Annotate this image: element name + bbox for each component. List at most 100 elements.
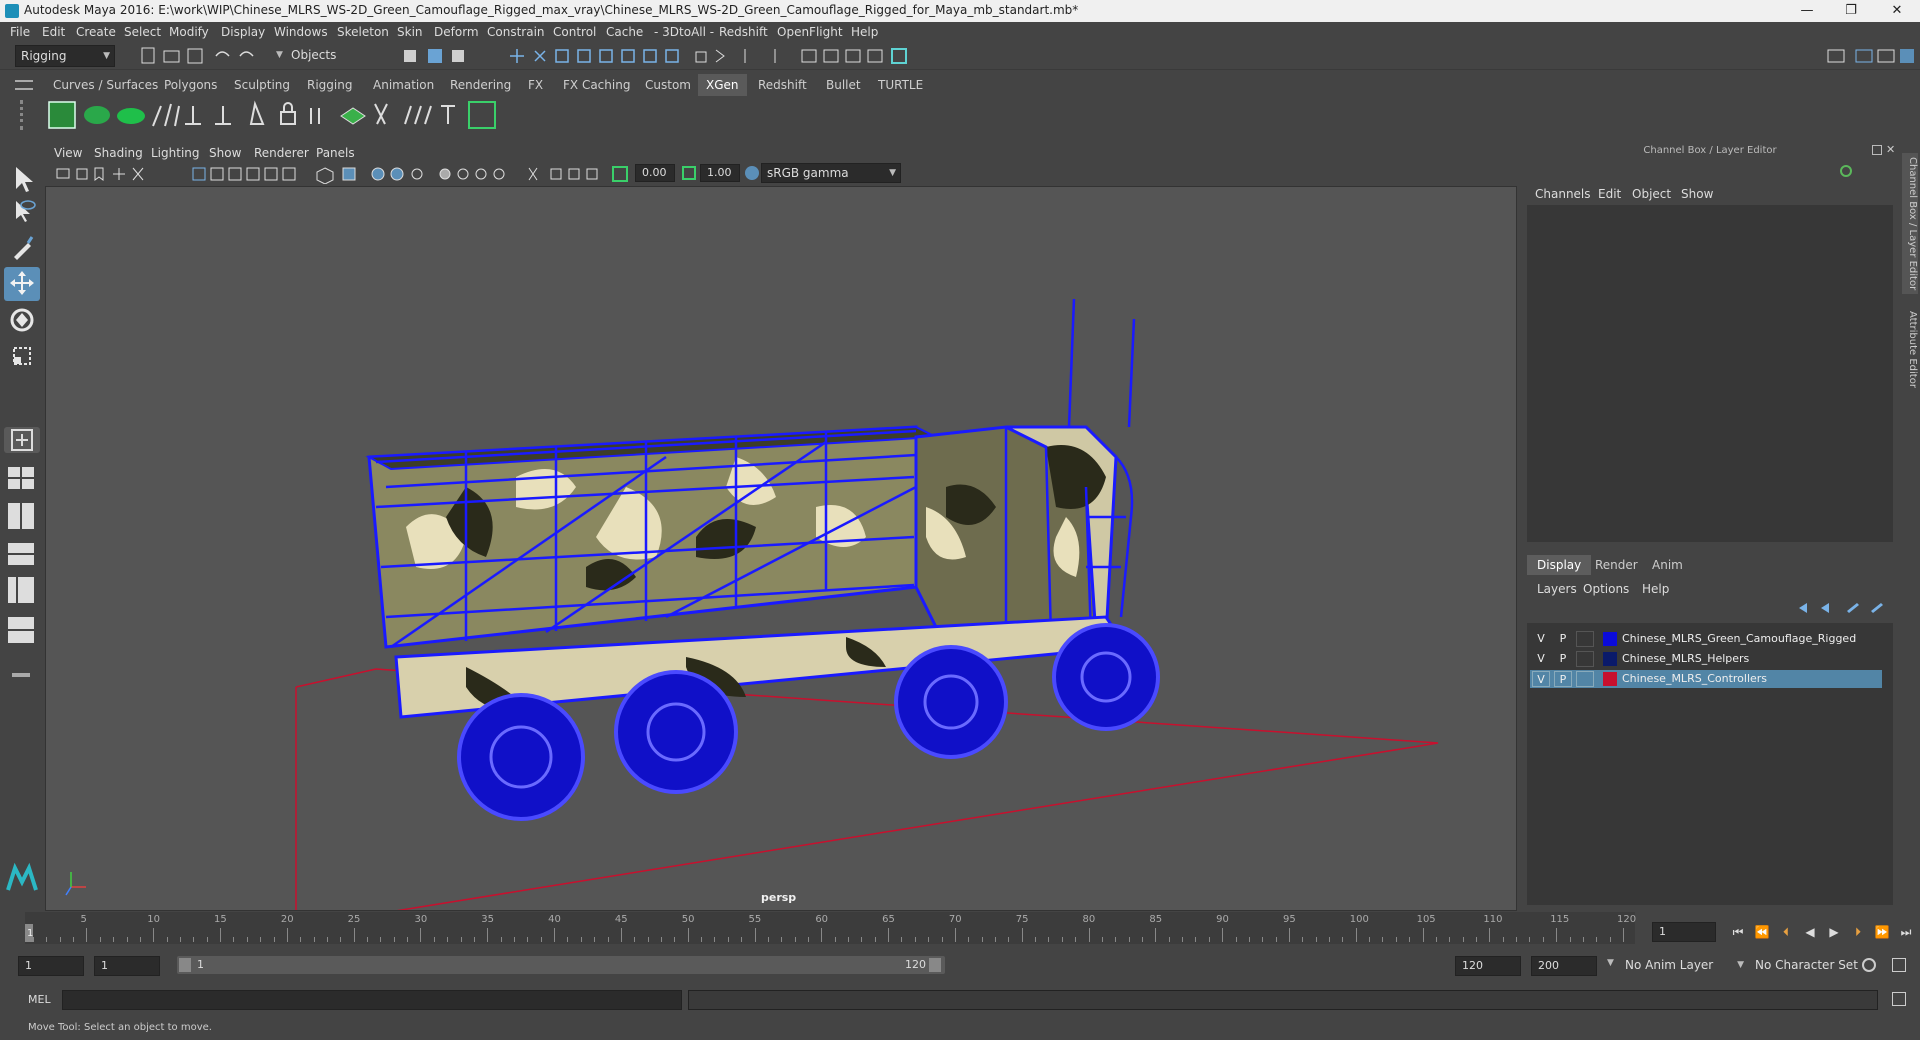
step-back-key-icon[interactable]: ⏴ xyxy=(1776,922,1796,942)
close-panel-icon[interactable]: ✕ xyxy=(1886,143,1895,156)
side-tab-attribute-editor[interactable]: Attribute Editor xyxy=(1902,311,1918,388)
layer-visibility-toggle[interactable]: V xyxy=(1532,671,1550,687)
layer-visibility-toggle[interactable]: V xyxy=(1532,631,1550,647)
layer-row[interactable]: V P Chinese_MLRS_Helpers xyxy=(1530,650,1882,668)
menu-control[interactable]: Control xyxy=(553,25,596,39)
layer-name[interactable]: Chinese_MLRS_Green_Camouflage_Rigged xyxy=(1622,632,1856,645)
layer-display-type[interactable] xyxy=(1576,651,1594,667)
range-start-handle[interactable] xyxy=(179,958,191,972)
play-forwards-icon[interactable]: ▶ xyxy=(1824,922,1844,942)
step-back-frame-icon[interactable]: ⏪ xyxy=(1752,922,1772,942)
menu-skeleton[interactable]: Skeleton xyxy=(337,25,389,39)
layer-menu-options[interactable]: Options xyxy=(1583,582,1629,596)
color-management-icon[interactable] xyxy=(745,166,759,180)
menu-display[interactable]: Display xyxy=(221,25,265,39)
xgen-shelf-icons[interactable] xyxy=(45,98,525,134)
layer-color-swatch[interactable] xyxy=(1603,632,1617,646)
menu-help[interactable]: Help xyxy=(851,25,878,39)
layer-tab-anim[interactable]: Anim xyxy=(1642,555,1693,575)
channel-box-icon[interactable] xyxy=(1840,165,1852,177)
layer-tab-display[interactable]: Display xyxy=(1527,555,1592,575)
shelf-tab-polygons[interactable]: Polygons xyxy=(156,74,225,96)
shelf-tab-animation[interactable]: Animation xyxy=(365,74,442,96)
step-forward-key-icon[interactable]: ⏵ xyxy=(1848,922,1868,942)
workspace-icons[interactable] xyxy=(1826,46,1916,66)
channel-box-area[interactable] xyxy=(1527,205,1893,542)
character-set-dropdown[interactable]: No Character Set xyxy=(1750,955,1870,977)
shelf-tab-turtle[interactable]: TURTLE xyxy=(870,74,931,96)
layer-tab-render[interactable]: Render xyxy=(1585,555,1648,575)
layer-name[interactable]: Chinese_MLRS_Helpers xyxy=(1622,652,1749,665)
auto-key-icon[interactable] xyxy=(1862,958,1876,972)
status-icons[interactable] xyxy=(400,46,950,66)
menu-skin[interactable]: Skin xyxy=(397,25,423,39)
viewport-menu-lighting[interactable]: Lighting xyxy=(151,146,200,160)
layout-buttons[interactable] xyxy=(4,463,40,803)
channel-menu-channels[interactable]: Channels xyxy=(1535,187,1591,201)
colorspace-dropdown[interactable]: sRGB gamma ▼ xyxy=(761,163,901,183)
current-frame-field[interactable]: 1 xyxy=(1652,922,1716,942)
select-tool[interactable] xyxy=(4,161,40,195)
shelf-tab-rigging[interactable]: Rigging xyxy=(299,74,360,96)
menu-constrain[interactable]: Constrain xyxy=(487,25,545,39)
command-language-label[interactable]: MEL xyxy=(28,993,51,1006)
shelf-tab-custom[interactable]: Custom xyxy=(637,74,699,96)
menu-redshift[interactable]: Redshift xyxy=(719,25,768,39)
menu-windows[interactable]: Windows xyxy=(274,25,328,39)
layer-row[interactable]: V P Chinese_MLRS_Green_Camouflage_Rigged xyxy=(1530,630,1882,648)
viewport-menu-renderer[interactable]: Renderer xyxy=(254,146,309,160)
shelf-tab-curves-surfaces[interactable]: Curves / Surfaces xyxy=(45,74,166,96)
chevron-down-icon[interactable]: ▼ xyxy=(1607,958,1614,968)
playback-end-field[interactable]: 120 xyxy=(1455,956,1521,976)
gamma-field[interactable]: 1.00 xyxy=(700,164,740,182)
layer-menu-help[interactable]: Help xyxy=(1642,582,1669,596)
selection-mode-dropdown[interactable]: ▼ Objects xyxy=(276,45,376,67)
go-to-end-icon[interactable]: ⏭ xyxy=(1896,922,1916,942)
menuset-dropdown[interactable]: Rigging ▼ xyxy=(15,45,115,67)
last-tool-button[interactable] xyxy=(4,427,40,453)
shelf-tab-fx-caching[interactable]: FX Caching xyxy=(555,74,638,96)
float-panel-icon[interactable] xyxy=(1872,145,1882,155)
menu-modify[interactable]: Modify xyxy=(169,25,209,39)
menu-cache[interactable]: Cache xyxy=(606,25,643,39)
move-tool[interactable] xyxy=(4,267,40,301)
shelf-tab-fx[interactable]: FX xyxy=(520,74,551,96)
rotate-tool[interactable] xyxy=(4,303,40,337)
layer-color-swatch[interactable] xyxy=(1603,652,1617,666)
scale-tool[interactable] xyxy=(4,339,40,373)
command-input[interactable] xyxy=(62,990,682,1010)
layer-display-type[interactable] xyxy=(1576,671,1594,687)
range-slider[interactable]: 1 120 xyxy=(177,956,945,974)
viewport-menu-shading[interactable]: Shading xyxy=(94,146,143,160)
shelf-tab-redshift[interactable]: Redshift xyxy=(750,74,815,96)
viewport-panel-icons[interactable] xyxy=(53,164,693,184)
scene-view[interactable] xyxy=(46,187,1517,911)
animation-start-field[interactable]: 1 xyxy=(18,956,84,976)
animation-end-field[interactable]: 200 xyxy=(1531,956,1597,976)
menu-3dtoall[interactable]: - 3DtoAll - xyxy=(654,25,714,39)
layer-playback-toggle[interactable]: P xyxy=(1554,651,1572,667)
paint-select-tool[interactable] xyxy=(4,231,40,265)
preferences-icon[interactable] xyxy=(1892,958,1906,972)
play-backwards-icon[interactable]: ◀ xyxy=(1800,922,1820,942)
script-editor-icon[interactable] xyxy=(1892,992,1906,1006)
menu-deform[interactable]: Deform xyxy=(434,25,479,39)
layer-display-type[interactable] xyxy=(1576,631,1594,647)
menu-file[interactable]: File xyxy=(10,25,30,39)
viewport-menu-show[interactable]: Show xyxy=(209,146,241,160)
layer-menu-layers[interactable]: Layers xyxy=(1537,582,1577,596)
layer-playback-toggle[interactable]: P xyxy=(1554,671,1572,687)
shelf-tab-bullet[interactable]: Bullet xyxy=(818,74,869,96)
layer-action-icons[interactable] xyxy=(1795,599,1895,617)
exposure-field[interactable]: 0.00 xyxy=(635,164,675,182)
time-slider[interactable]: 5 10 15 20 25 30 35 40 45 50 55 60 65 70 75 80 85 90 95 100… xyxy=(25,912,1636,944)
shelf-tab-sculpting[interactable]: Sculpting xyxy=(226,74,298,96)
viewport-menu-panels[interactable]: Panels xyxy=(316,146,355,160)
3d-viewport[interactable]: persp xyxy=(45,186,1517,911)
layer-color-swatch[interactable] xyxy=(1603,672,1617,686)
close-button[interactable]: ✕ xyxy=(1874,0,1920,22)
layer-name[interactable]: Chinese_MLRS_Controllers xyxy=(1622,672,1767,685)
gamma-icon[interactable] xyxy=(682,166,696,180)
menu-edit[interactable]: Edit xyxy=(42,25,65,39)
menu-create[interactable]: Create xyxy=(76,25,116,39)
